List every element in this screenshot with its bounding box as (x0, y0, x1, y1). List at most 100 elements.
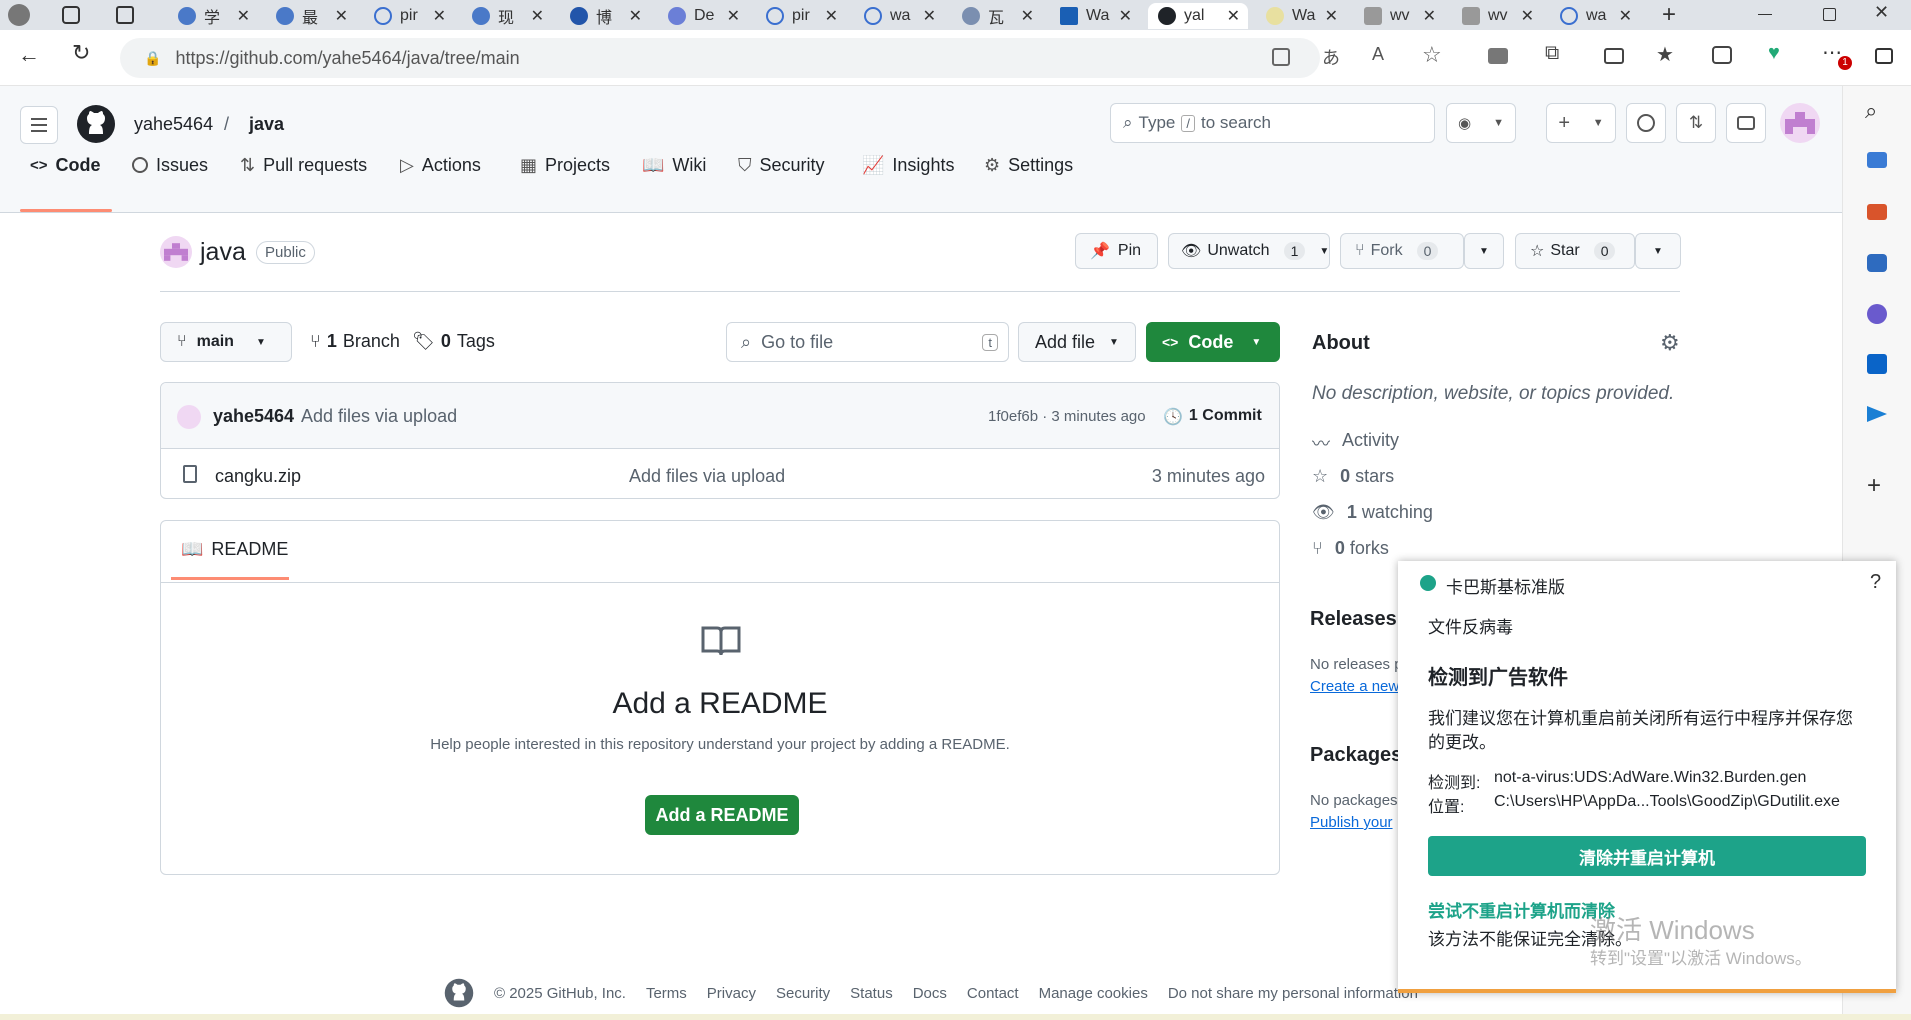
browser-tab[interactable]: wa ✕ (854, 3, 944, 29)
forks-link[interactable]: ⑂ 0 forks (1312, 538, 1389, 559)
footer-personal-info-link[interactable]: Do not share my personal information (1168, 985, 1418, 1002)
browser-tab[interactable]: pir ✕ (756, 3, 846, 29)
minimize-button[interactable] (1758, 14, 1772, 15)
star-dropdown-button[interactable]: ▼ (1635, 233, 1681, 269)
sidebar-toggle-icon[interactable] (1875, 48, 1893, 64)
favorite-star-icon[interactable]: ☆ (1422, 42, 1442, 68)
tab-security[interactable]: ⛉ Security (738, 146, 825, 184)
tab-close-icon[interactable]: ✕ (335, 6, 348, 26)
browser-tab-active[interactable]: yal ✕ (1148, 3, 1248, 29)
browser-tab[interactable]: Wa ✕ (1050, 3, 1140, 29)
footer-security-link[interactable]: Security (776, 985, 830, 1002)
profile-icon[interactable] (8, 4, 30, 26)
translate-icon[interactable]: あ (1322, 44, 1340, 70)
favorites-icon[interactable]: ★ (1656, 42, 1674, 67)
tab-issues[interactable]: Issues (132, 146, 208, 184)
extensions-icon[interactable]: ⧉ (1545, 42, 1559, 65)
footer-cookies-link[interactable]: Manage cookies (1039, 985, 1148, 1002)
collections-toolbar-icon[interactable] (1712, 46, 1732, 64)
create-new-button[interactable]: + ▼ (1546, 103, 1616, 143)
collections-icon[interactable] (62, 6, 80, 24)
tab-close-icon[interactable]: ✕ (1119, 6, 1132, 26)
github-logo-icon[interactable] (76, 104, 116, 144)
fork-button[interactable]: ⑂ Fork 0 (1340, 233, 1464, 269)
new-tab-button[interactable]: + (1662, 1, 1676, 29)
add-sidebar-app-icon[interactable]: + (1867, 472, 1881, 500)
gear-icon[interactable]: ⚙ (1660, 330, 1680, 356)
footer-docs-link[interactable]: Docs (913, 985, 947, 1002)
tab-close-icon[interactable]: ✕ (1619, 6, 1632, 26)
pull-requests-button[interactable]: ⇅ (1676, 103, 1716, 143)
branch-selector[interactable]: ⑂ main ▼ (160, 322, 292, 362)
create-release-link[interactable]: Create a new (1310, 678, 1399, 695)
footer-privacy-link[interactable]: Privacy (707, 985, 756, 1002)
tab-insights[interactable]: 📈 Insights (862, 146, 954, 184)
copilot-icon[interactable] (1867, 304, 1887, 324)
commit-author[interactable]: yahe5464 (213, 406, 294, 427)
tab-settings[interactable]: ⚙ Settings (984, 146, 1073, 184)
copilot-button[interactable]: ◉ ▼ (1446, 103, 1516, 143)
browser-tab[interactable]: 现 ✕ (462, 3, 552, 29)
browser-tab[interactable]: Wa ✕ (1256, 3, 1346, 29)
split-screen-icon[interactable] (1604, 48, 1624, 64)
code-button[interactable]: <> Code ▼ (1146, 322, 1280, 362)
issues-button[interactable] (1626, 103, 1666, 143)
browser-tab[interactable]: wv ✕ (1452, 3, 1542, 29)
browser-tab[interactable]: pir ✕ (364, 3, 454, 29)
tab-close-icon[interactable]: ✕ (433, 6, 446, 26)
branches-link[interactable]: ⑂ 1 Branch (310, 331, 400, 352)
inbox-button[interactable] (1726, 103, 1766, 143)
releases-title[interactable]: Releases (1310, 608, 1397, 631)
avatar[interactable] (1780, 103, 1820, 143)
tab-projects[interactable]: ▦ Projects (520, 146, 610, 184)
pin-button[interactable]: 📌 Pin (1075, 233, 1158, 269)
packages-title[interactable]: Packages (1310, 744, 1402, 767)
outlook-icon[interactable] (1867, 354, 1887, 374)
tab-close-icon[interactable]: ✕ (237, 6, 250, 26)
tab-wiki[interactable]: 📖 Wiki (642, 146, 706, 184)
send-icon[interactable] (1867, 406, 1887, 422)
tab-close-icon[interactable]: ✕ (923, 6, 936, 26)
clean-and-restart-button[interactable]: 清除并重启计算机 (1428, 836, 1866, 876)
app-available-icon[interactable] (1272, 48, 1290, 66)
tab-code[interactable]: <> Code (30, 146, 101, 184)
commit-message[interactable]: Add files via upload (301, 406, 457, 427)
tab-close-icon[interactable]: ✕ (1325, 6, 1338, 26)
tab-close-icon[interactable]: ✕ (531, 6, 544, 26)
popup-help-button[interactable]: ? (1870, 571, 1881, 594)
tab-close-icon[interactable]: ✕ (727, 6, 740, 26)
tab-close-icon[interactable]: ✕ (1423, 6, 1436, 26)
browser-tab[interactable]: wa ✕ (1550, 3, 1640, 29)
back-icon[interactable]: ← (18, 42, 40, 68)
file-name[interactable]: cangku.zip (215, 466, 301, 487)
tab-close-icon[interactable]: ✕ (1521, 6, 1534, 26)
browser-tab[interactable]: 博 ✕ (560, 3, 650, 29)
browser-tab[interactable]: 最 ✕ (266, 3, 356, 29)
search-input[interactable]: ⌕ Type / to search (1110, 103, 1435, 143)
readme-tab[interactable]: 📖 README (181, 539, 288, 560)
browser-tab[interactable]: De ✕ (658, 3, 748, 29)
tab-actions-icon[interactable] (116, 6, 134, 24)
commits-link[interactable]: 🕓 1 Commit (1163, 407, 1262, 427)
publish-package-link[interactable]: Publish your (1310, 814, 1393, 831)
file-commit-message[interactable]: Add files via upload (629, 466, 785, 487)
go-to-file-input[interactable]: ⌕ Go to file t (726, 322, 1009, 362)
github-logo-icon[interactable] (444, 978, 474, 1008)
tab-close-icon[interactable]: ✕ (1227, 6, 1240, 26)
maximize-button[interactable] (1823, 8, 1836, 21)
url-field[interactable]: 🔒 https://github.com/yahe5464/java/tree/… (120, 38, 1320, 78)
fork-dropdown-button[interactable]: ▼ (1464, 233, 1504, 269)
repo-link[interactable]: java (249, 114, 284, 135)
clean-without-restart-link[interactable]: 尝试不重启计算机而清除 (1428, 897, 1615, 922)
workspaces-icon[interactable] (1488, 48, 1508, 64)
tab-close-icon[interactable]: ✕ (1021, 6, 1034, 26)
refresh-icon[interactable]: ↻ (72, 40, 90, 66)
commit-hash[interactable]: 1f0ef6b (988, 408, 1038, 425)
tab-close-icon[interactable]: ✕ (629, 6, 642, 26)
browser-essentials-icon[interactable]: ♥ (1768, 42, 1780, 65)
add-readme-button[interactable]: Add a README (645, 795, 799, 835)
unwatch-button[interactable]: 👁 Unwatch 1 ▼ (1168, 233, 1330, 269)
footer-terms-link[interactable]: Terms (646, 985, 687, 1002)
browser-tab[interactable]: 学 ✕ (168, 3, 258, 29)
tools-icon[interactable] (1867, 204, 1887, 220)
